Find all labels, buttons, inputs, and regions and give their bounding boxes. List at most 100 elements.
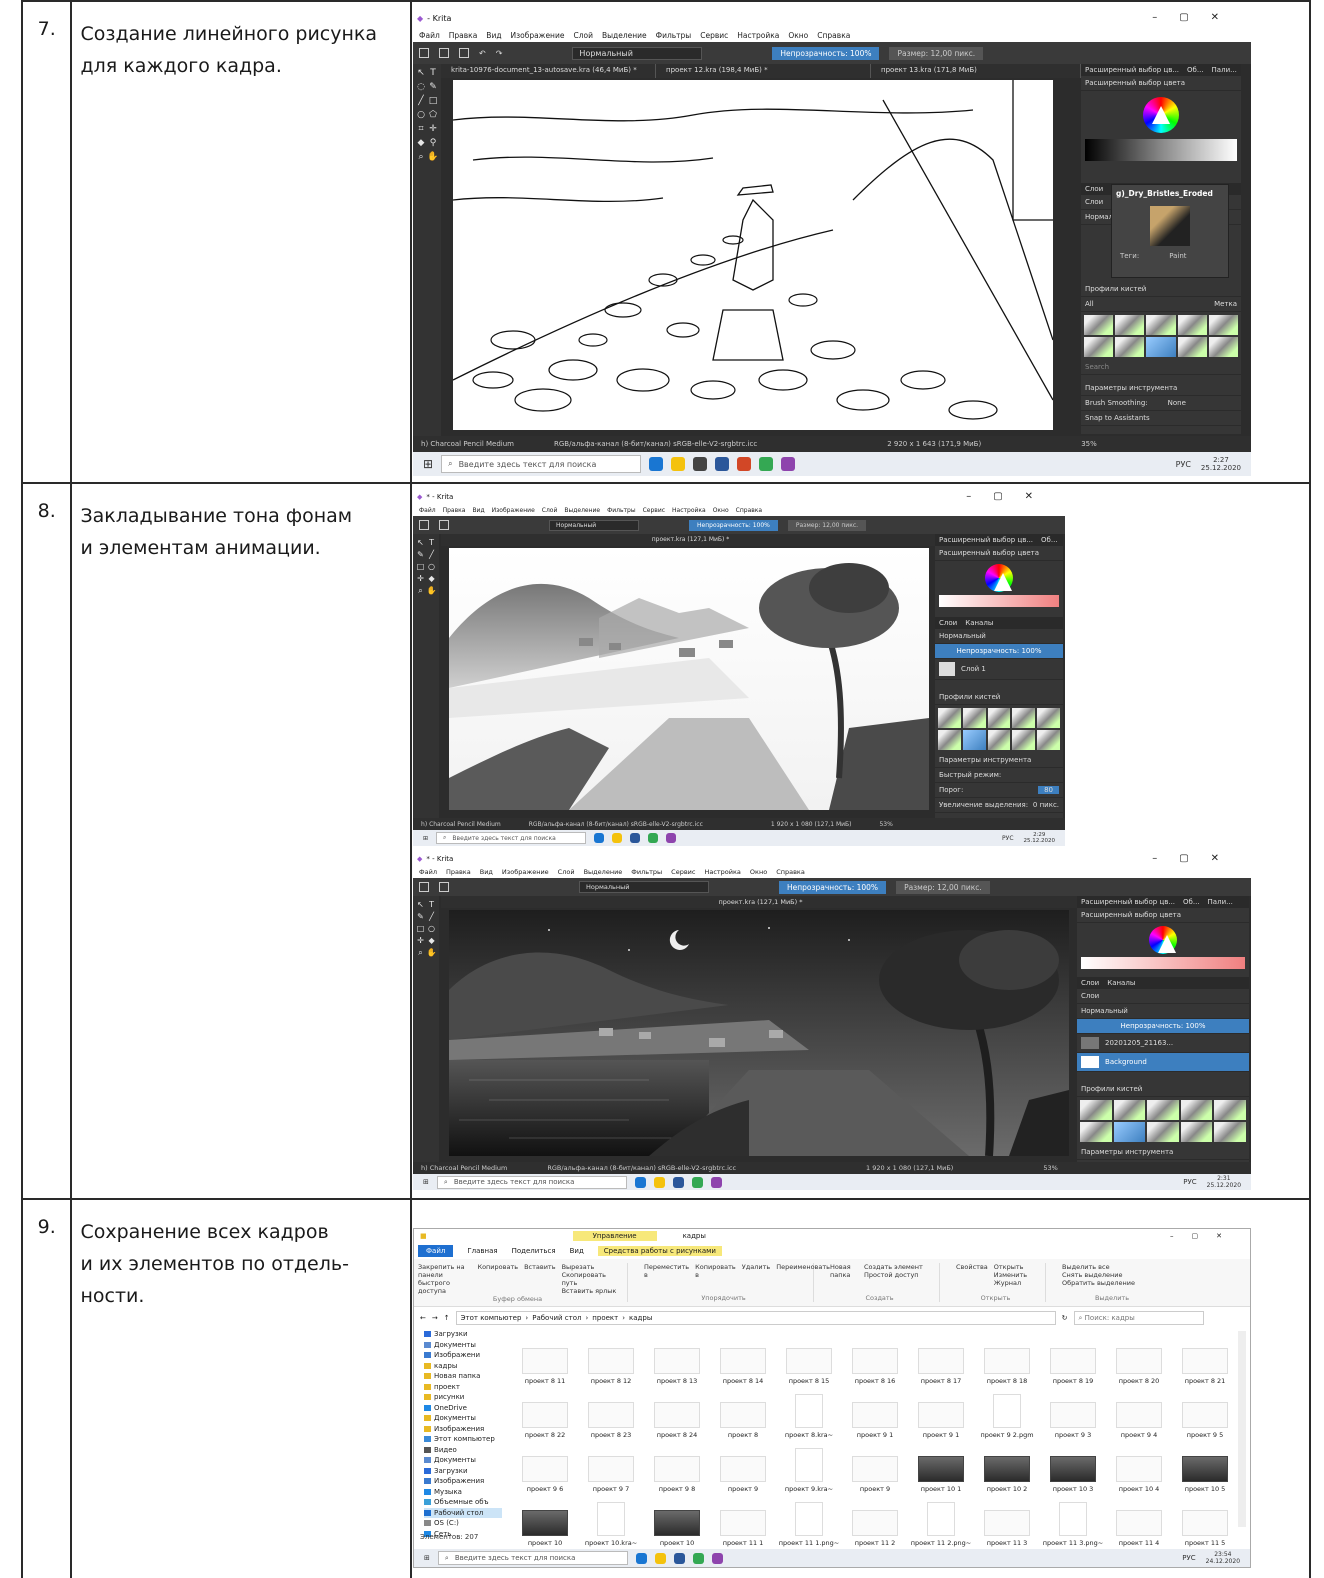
file-item[interactable]: проект 9 5 (1174, 1385, 1236, 1439)
store-icon[interactable] (693, 457, 708, 471)
menu-item[interactable]: Вид (480, 868, 493, 876)
nav-item[interactable]: рисунки (424, 1392, 502, 1403)
file-item[interactable]: проект 11 1.png~ (778, 1493, 840, 1547)
rect-tool-icon[interactable]: □ (415, 924, 426, 936)
krita-icon[interactable] (666, 833, 677, 843)
text-tool-icon[interactable]: T (426, 900, 437, 912)
nav-item[interactable]: Изображения (424, 1424, 502, 1435)
menu-item[interactable]: Правка (449, 31, 478, 40)
taskbar-search[interactable]: ⌕ Введите здесь текст для поиска (436, 1175, 627, 1189)
pan-tool-icon[interactable]: ✋ (427, 152, 439, 166)
file-item[interactable]: проект 10 (646, 1493, 708, 1547)
blend-mode-select[interactable]: Нормальный (549, 519, 640, 531)
forward-arrow-icon[interactable]: → (432, 1314, 438, 1322)
file-item[interactable]: проект 8 16 (844, 1331, 906, 1385)
taskbar-search[interactable]: ⌕ Введите здесь текст для поиска (436, 832, 587, 844)
file-item[interactable]: проект 8 17 (910, 1331, 972, 1385)
file-item[interactable]: проект 9 8 (646, 1439, 708, 1493)
move-tool-icon[interactable]: ✛ (427, 124, 439, 138)
file-item[interactable]: проект 11 4 (1108, 1493, 1170, 1547)
vertical-scrollbar[interactable] (1238, 1331, 1247, 1527)
krita-icon[interactable] (710, 1176, 722, 1188)
file-item[interactable]: проект 10.kra~ (580, 1493, 642, 1547)
nav-item[interactable]: проект (424, 1382, 502, 1393)
drawing-canvas[interactable] (453, 80, 1054, 430)
menu-item[interactable]: Справка (817, 31, 850, 40)
brush-size-slider[interactable]: Размер: 12,00 пикс. (896, 880, 990, 894)
layer-item[interactable]: Слой 1 (935, 659, 1064, 680)
file-item[interactable]: проект 8 21 (1174, 1331, 1236, 1385)
file-item[interactable]: проект 9 1 (910, 1385, 972, 1439)
chrome-icon[interactable] (648, 833, 659, 843)
folder-icon[interactable] (612, 833, 623, 843)
search-input[interactable]: ⌕ Поиск: кадры (1073, 1311, 1204, 1325)
menu-item[interactable]: Изображение (492, 507, 535, 514)
shape-tool-icon[interactable]: ◌ (415, 82, 427, 96)
open-document-icon[interactable] (439, 48, 450, 58)
file-item[interactable]: проект 10 3 (1042, 1439, 1104, 1493)
chrome-icon[interactable] (759, 457, 774, 471)
save-icon[interactable] (459, 48, 470, 58)
layer-item[interactable]: 20201205_21163... (1077, 1034, 1250, 1053)
windows-start-icon[interactable]: ⊞ (424, 1554, 430, 1562)
folder-icon[interactable] (671, 457, 686, 471)
picker-tool-icon[interactable]: ⚲ (427, 138, 439, 152)
crop-tool-icon[interactable]: ⌗ (415, 124, 427, 138)
file-item[interactable]: проект 11 5 (1174, 1493, 1236, 1547)
nav-item[interactable]: Изображени (424, 1350, 502, 1361)
file-item[interactable]: проект 10 (514, 1493, 576, 1547)
menu-item[interactable]: Файл (419, 868, 437, 876)
brush-tool-icon[interactable]: ✎ (427, 82, 439, 96)
taskbar-search[interactable]: ⌕ Введите здесь текст для поиска (441, 455, 642, 473)
new-document-icon[interactable] (419, 48, 430, 58)
fill-tool-icon[interactable]: ◆ (415, 138, 427, 152)
tab-document[interactable]: проект 13.kra (171,8 МиБ) (871, 64, 1082, 78)
nav-item[interactable]: Видео (424, 1445, 502, 1456)
up-arrow-icon[interactable]: ↑ (444, 1314, 450, 1322)
nav-item[interactable]: Загрузки (424, 1329, 502, 1340)
menu-item[interactable]: Выделение (602, 31, 647, 40)
move-tool-icon[interactable]: ✛ (415, 574, 426, 586)
color-selector[interactable] (985, 564, 1014, 592)
zoom-tool-icon[interactable]: ⌕ (415, 152, 427, 166)
file-item[interactable]: проект 8 14 (712, 1331, 774, 1385)
move-tool-icon[interactable]: ✛ (415, 936, 426, 948)
file-item[interactable]: проект 10 2 (976, 1439, 1038, 1493)
nav-item[interactable]: Объемные объ (424, 1497, 502, 1508)
drawing-canvas[interactable] (449, 910, 1070, 1156)
krita-icon[interactable] (711, 1552, 723, 1564)
zoom-tool-icon[interactable]: ⌕ (415, 948, 426, 960)
line-tool-icon[interactable]: ╱ (426, 550, 437, 562)
rect-tool-icon[interactable]: □ (415, 562, 426, 574)
edge-icon[interactable] (649, 457, 664, 471)
fill-tool-icon[interactable]: ◆ (426, 936, 437, 948)
save-icon[interactable] (439, 882, 450, 892)
file-item[interactable]: проект 9 6 (514, 1439, 576, 1493)
edge-icon[interactable] (635, 1552, 647, 1564)
folder-icon[interactable] (654, 1552, 666, 1564)
menu-item[interactable]: Выделение (584, 868, 623, 876)
file-item[interactable]: проект 8 15 (778, 1331, 840, 1385)
fill-tool-icon[interactable]: ◆ (426, 574, 437, 586)
folder-icon[interactable] (653, 1176, 665, 1188)
nav-item[interactable]: кадры (424, 1361, 502, 1372)
chrome-icon[interactable] (692, 1552, 704, 1564)
refresh-icon[interactable]: ↻ (1062, 1314, 1068, 1322)
select-tool-icon[interactable]: ↖ (415, 68, 427, 82)
line-tool-icon[interactable]: ╱ (426, 912, 437, 924)
drawing-canvas[interactable] (449, 548, 930, 810)
krita-icon[interactable] (781, 457, 796, 471)
file-item[interactable]: проект 8 19 (1042, 1331, 1104, 1385)
opacity-slider[interactable]: Непрозрачность: 100% (772, 46, 880, 60)
menu-item[interactable]: Справка (736, 507, 762, 514)
word-icon[interactable] (630, 833, 641, 843)
menu-item[interactable]: Правка (446, 868, 471, 876)
edge-icon[interactable] (634, 1176, 646, 1188)
nav-item[interactable]: Этот компьютер (424, 1434, 502, 1445)
file-item[interactable]: проект 8 24 (646, 1385, 708, 1439)
menu-item[interactable]: Слой (558, 868, 575, 876)
opacity-slider[interactable]: Непрозрачность: 100% (779, 880, 887, 894)
file-item[interactable]: проект 9 4 (1108, 1385, 1170, 1439)
menu-item[interactable]: Фильтры (631, 868, 662, 876)
file-item[interactable]: проект 9 7 (580, 1439, 642, 1493)
